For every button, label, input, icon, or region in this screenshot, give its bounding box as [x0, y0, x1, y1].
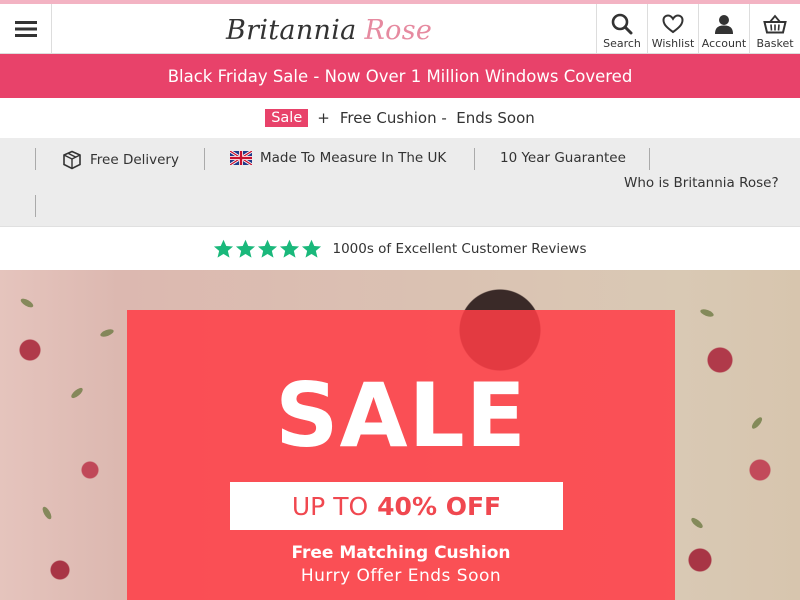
sale-tag: Sale [265, 109, 309, 127]
hero-banner[interactable]: SALE UP TO 40% OFF Free Matching Cushion… [0, 270, 800, 600]
search-label: Search [603, 37, 641, 50]
logo-accent-text: Rose [364, 14, 433, 46]
usp-who-label: Who is Britannia Rose? [624, 175, 779, 191]
menu-button[interactable] [0, 4, 52, 54]
floral-decoration [689, 516, 705, 530]
floral-decoration [40, 505, 54, 521]
account-label: Account [701, 37, 747, 50]
usp-made-label: Made To Measure In The UK [260, 150, 447, 166]
wishlist-button[interactable]: Wishlist [647, 4, 698, 54]
usp-guarantee-label: 10 Year Guarantee [500, 150, 626, 166]
star-icon [302, 239, 322, 258]
usp-divider [649, 148, 650, 170]
usp-who-link[interactable]: Who is Britannia Rose? [624, 175, 779, 191]
usp-divider [35, 148, 36, 170]
floral-decoration [19, 296, 35, 310]
star-icon [258, 239, 278, 258]
black-friday-banner[interactable]: Black Friday Sale - Now Over 1 Million W… [0, 54, 800, 98]
hero-hurry-text: Hurry Offer Ends Soon [300, 566, 502, 586]
site-logo[interactable]: Britannia Rose [226, 10, 432, 50]
account-button[interactable]: Account [698, 4, 749, 54]
usp-guarantee[interactable]: 10 Year Guarantee [500, 150, 626, 166]
reviews-strip[interactable]: 1000s of Excellent Customer Reviews [0, 226, 800, 270]
floral-decoration [69, 386, 85, 400]
offer-value: 40% OFF [377, 491, 502, 521]
usp-bar: Free Delivery Made To Measure In The UK … [0, 138, 800, 226]
wishlist-label: Wishlist [651, 37, 695, 50]
reviews-text: 1000s of Excellent Customer Reviews [332, 240, 587, 257]
sale-headline: SALE [275, 364, 527, 467]
logo-main-text: Britannia [226, 14, 357, 46]
plus-sign: + [317, 109, 330, 127]
basket-label: Basket [756, 37, 794, 50]
usp-made-in-uk[interactable]: Made To Measure In The UK [230, 150, 446, 166]
user-icon [714, 12, 734, 36]
basket-icon [763, 12, 787, 36]
site-header: Britannia Rose Search Wishlist Account B… [0, 4, 800, 54]
usp-divider [474, 148, 475, 170]
sale-panel[interactable]: SALE UP TO 40% OFF Free Matching Cushion… [127, 310, 675, 600]
hero-cushion-text: Free Matching Cushion [291, 543, 511, 563]
sale-line-text: Free Cushion - Ends Soon [339, 109, 535, 127]
hamburger-icon [14, 21, 37, 37]
star-icon [280, 239, 300, 258]
search-button[interactable]: Search [596, 4, 647, 54]
promo-text: Black Friday Sale - Now Over 1 Million W… [167, 66, 633, 86]
uk-flag-icon [230, 151, 252, 165]
usp-delivery-label: Free Delivery [90, 152, 179, 168]
heart-icon [662, 12, 684, 36]
floral-decoration [699, 307, 715, 319]
offer-box: UP TO 40% OFF [230, 482, 563, 530]
sale-announcement: Sale + Free Cushion - Ends Soon [0, 98, 800, 138]
basket-button[interactable]: Basket [749, 4, 800, 54]
package-icon [63, 150, 81, 170]
rating-stars [213, 239, 323, 259]
search-icon [611, 12, 633, 36]
star-icon [214, 239, 234, 258]
floral-decoration [750, 415, 764, 431]
star-icon [236, 239, 256, 258]
usp-divider [204, 148, 205, 170]
usp-free-delivery[interactable]: Free Delivery [62, 150, 179, 170]
offer-prefix: UP TO [291, 491, 369, 521]
header-actions: Search Wishlist Account Basket [596, 4, 800, 54]
floral-decoration [99, 327, 115, 339]
usp-divider [35, 195, 36, 217]
